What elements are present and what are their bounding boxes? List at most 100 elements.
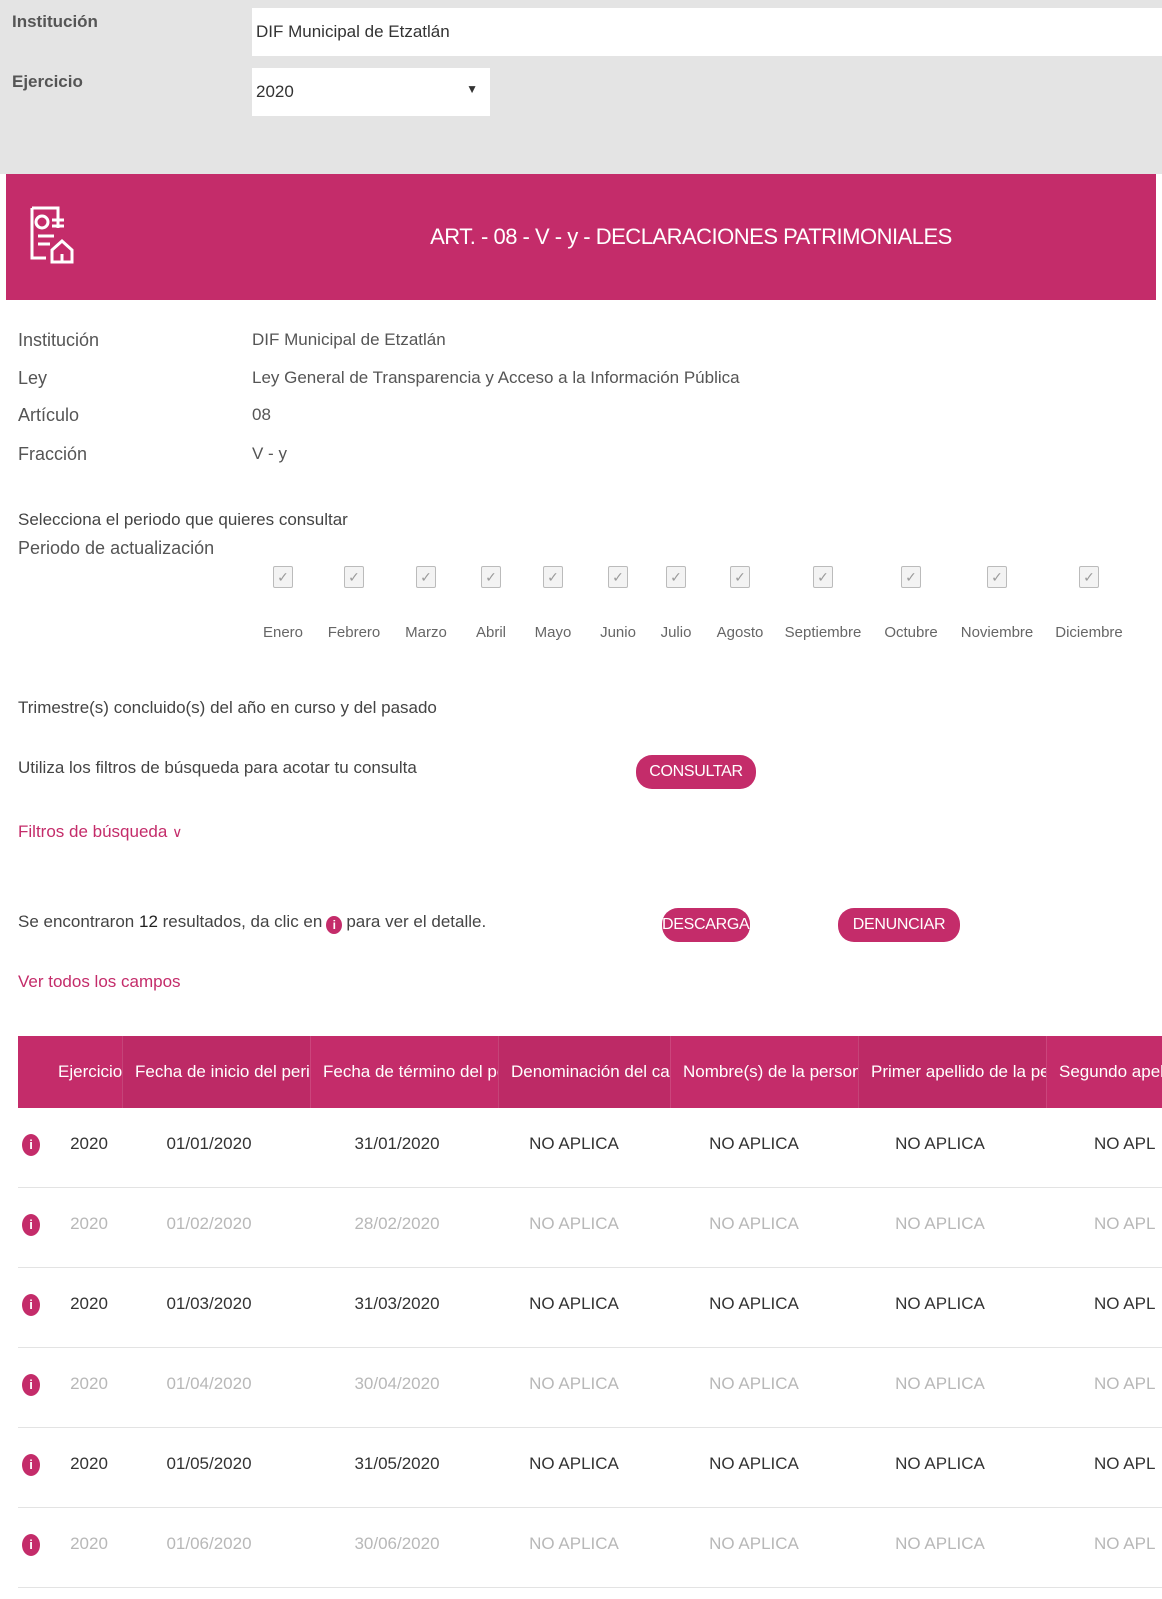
header-primer-apellido[interactable]: Primer apellido de la per...: [858, 1036, 1046, 1108]
cell-ejercicio: 2020: [70, 1454, 108, 1473]
ley-value: Ley General de Transparencia y Acceso a …: [252, 368, 740, 387]
info-icon[interactable]: i: [22, 1214, 40, 1236]
trimestre-text: Trimestre(s) concluido(s) del año en cur…: [18, 698, 437, 717]
cell-primer-apellido: NO APLICA: [895, 1374, 985, 1393]
checkbox-checked-icon[interactable]: ✓: [730, 566, 750, 588]
header-fecha-termino[interactable]: Fecha de término del per...: [310, 1036, 498, 1108]
results-text: Se encontraron 12 resultados, da clic en…: [18, 912, 486, 934]
denunciar-button[interactable]: DENUNCIAR: [838, 908, 960, 942]
header-ejercicio[interactable]: Ejercicio: [46, 1036, 122, 1108]
cell-denominacion: NO APLICA: [529, 1214, 619, 1233]
month-octubre[interactable]: ✓ Octubre: [866, 566, 956, 641]
fraccion-label: Fracción: [18, 444, 88, 464]
descargar-button[interactable]: DESCARGAR: [662, 908, 761, 942]
info-icon[interactable]: i: [22, 1454, 40, 1476]
checkbox-checked-icon[interactable]: ✓: [608, 566, 628, 588]
cell-fecha-termino: 31/03/2020: [354, 1294, 440, 1313]
cell-segundo-apellido: NO APL: [1094, 1134, 1156, 1153]
cell-ejercicio: 2020: [70, 1214, 108, 1233]
info-icon[interactable]: i: [22, 1534, 40, 1556]
cell-denominacion: NO APLICA: [529, 1454, 619, 1473]
results-table: Ejercicio Fecha de inicio del perio... F…: [18, 1036, 1162, 1599]
cell-ejercicio: 2020: [70, 1534, 108, 1553]
checkbox-checked-icon[interactable]: ✓: [344, 566, 364, 588]
cell-ejercicio: 2020: [70, 1134, 108, 1153]
month-noviembre[interactable]: ✓ Noviembre: [952, 566, 1042, 641]
month-septiembre[interactable]: ✓ Septiembre: [778, 566, 868, 641]
results-count: 12: [138, 912, 158, 931]
section-banner: ART. - 08 - V - y - DECLARACIONES PATRIM…: [6, 174, 1156, 300]
articulo-value: 08: [252, 405, 271, 424]
cell-fecha-inicio: 01/01/2020: [166, 1134, 252, 1153]
institucion-filter-label: Institución: [12, 12, 98, 31]
table-row[interactable]: i 2020 01/05/2020 31/05/2020 NO APLICA N…: [18, 1428, 1162, 1508]
filtros-label: Filtros de búsqueda: [18, 822, 168, 841]
checkbox-checked-icon[interactable]: ✓: [987, 566, 1007, 588]
period-label: Periodo de actualización: [18, 538, 215, 558]
month-diciembre[interactable]: ✓ Diciembre: [1044, 566, 1134, 641]
checkbox-checked-icon[interactable]: ✓: [543, 566, 563, 588]
cell-nombres: NO APLICA: [709, 1214, 799, 1233]
info-icon[interactable]: i: [22, 1134, 40, 1156]
month-label: Noviembre: [960, 624, 1034, 641]
cell-fecha-termino: 30/04/2020: [354, 1374, 440, 1393]
header-denominacion-cargo[interactable]: Denominación del cargo: [498, 1036, 670, 1108]
cell-fecha-inicio: 01/06/2020: [166, 1534, 252, 1553]
filtros-busqueda-link[interactable]: Filtros de búsqueda ∨: [18, 822, 182, 842]
checkbox-checked-icon[interactable]: ✓: [901, 566, 921, 588]
chevron-down-icon: ∨: [172, 824, 183, 840]
table-row[interactable]: i 2020 01/01/2020 31/01/2020 NO APLICA N…: [18, 1108, 1162, 1188]
month-label: Octubre: [884, 624, 938, 641]
cell-denominacion: NO APLICA: [529, 1534, 619, 1553]
ley-label: Ley: [18, 368, 48, 388]
checkbox-checked-icon[interactable]: ✓: [666, 566, 686, 588]
cell-fecha-termino: 28/02/2020: [354, 1214, 440, 1233]
cell-primer-apellido: NO APLICA: [895, 1534, 985, 1553]
cell-ejercicio: 2020: [70, 1294, 108, 1313]
consultar-button[interactable]: CONSULTAR: [636, 755, 756, 789]
cell-nombres: NO APLICA: [709, 1454, 799, 1473]
cell-nombres: NO APLICA: [709, 1374, 799, 1393]
results-prefix: Se encontraron: [18, 912, 135, 931]
cell-denominacion: NO APLICA: [529, 1134, 619, 1153]
cell-denominacion: NO APLICA: [529, 1294, 619, 1313]
info-icon[interactable]: i: [22, 1374, 40, 1396]
cell-primer-apellido: NO APLICA: [895, 1454, 985, 1473]
cell-nombres: NO APLICA: [709, 1534, 799, 1553]
header-fecha-inicio[interactable]: Fecha de inicio del perio...: [122, 1036, 310, 1108]
info-icon[interactable]: i: [22, 1294, 40, 1316]
cell-segundo-apellido: NO APL: [1094, 1454, 1156, 1473]
month-agosto[interactable]: ✓ Agosto: [695, 566, 785, 641]
checkbox-checked-icon[interactable]: ✓: [1079, 566, 1099, 588]
institucion-label: Institución: [18, 330, 100, 350]
table-row[interactable]: i 2020 01/04/2020 30/04/2020 NO APLICA N…: [18, 1348, 1162, 1428]
month-label: Septiembre: [784, 624, 862, 641]
header-segundo-apellido[interactable]: Segundo apellid: [1046, 1036, 1162, 1108]
fraccion-value: V - y: [252, 444, 287, 463]
ver-todos-campos-link[interactable]: Ver todos los campos: [18, 972, 181, 992]
checkbox-checked-icon[interactable]: ✓: [273, 566, 293, 588]
table-row[interactable]: i 2020 01/06/2020 30/06/2020 NO APLICA N…: [18, 1508, 1162, 1588]
table-row[interactable]: i 2020 01/03/2020 31/03/2020 NO APLICA N…: [18, 1268, 1162, 1348]
cell-segundo-apellido: NO APL: [1094, 1374, 1156, 1393]
checkbox-checked-icon[interactable]: ✓: [481, 566, 501, 588]
cell-segundo-apellido: NO APL: [1094, 1294, 1156, 1313]
month-label: Diciembre: [1055, 624, 1123, 641]
header-nombres[interactable]: Nombre(s) de la persona...: [670, 1036, 858, 1108]
cell-fecha-inicio: 01/03/2020: [166, 1294, 252, 1313]
filter-hint: Utiliza los filtros de búsqueda para aco…: [18, 758, 417, 777]
cell-fecha-termino: 31/01/2020: [354, 1134, 440, 1153]
checkbox-checked-icon[interactable]: ✓: [416, 566, 436, 588]
ejercicio-select[interactable]: 2020 ▼: [252, 68, 490, 116]
cell-fecha-termino: 30/06/2020: [354, 1534, 440, 1553]
cell-fecha-inicio: 01/04/2020: [166, 1374, 252, 1393]
cell-segundo-apellido: NO APL: [1094, 1534, 1156, 1553]
info-icon: i: [326, 916, 343, 934]
institucion-field[interactable]: DIF Municipal de Etzatlán: [252, 8, 1162, 56]
cell-segundo-apellido: NO APL: [1094, 1214, 1156, 1233]
cell-fecha-termino: 31/05/2020: [354, 1454, 440, 1473]
table-header: Ejercicio Fecha de inicio del perio... F…: [18, 1036, 1162, 1108]
checkbox-checked-icon[interactable]: ✓: [813, 566, 833, 588]
ejercicio-filter-label: Ejercicio: [12, 72, 83, 91]
table-row[interactable]: i 2020 01/02/2020 28/02/2020 NO APLICA N…: [18, 1188, 1162, 1268]
